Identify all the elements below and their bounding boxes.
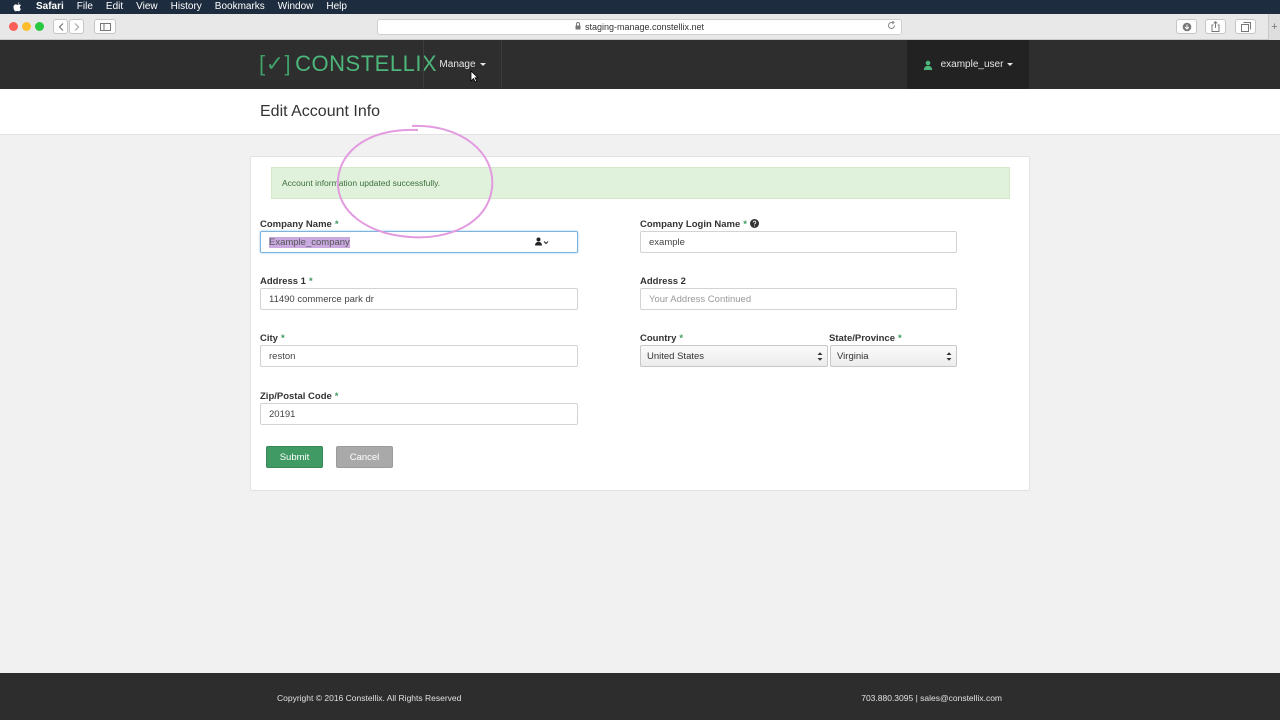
download-icon bbox=[1182, 22, 1191, 31]
select-arrows-icon bbox=[817, 352, 823, 361]
company-login-input[interactable]: example bbox=[640, 231, 957, 253]
zip-input[interactable]: 20191 bbox=[260, 403, 578, 425]
city-label: City * bbox=[260, 333, 285, 344]
lock-icon bbox=[575, 22, 581, 32]
address2-input[interactable]: Your Address Continued bbox=[640, 288, 957, 310]
menu-window[interactable]: Window bbox=[278, 0, 314, 14]
user-icon bbox=[923, 60, 932, 70]
company-login-label: Company Login Name * bbox=[640, 219, 759, 230]
address1-value: 11490 commerce park dr bbox=[269, 293, 374, 305]
success-alert: Account information updated successfully… bbox=[271, 167, 1010, 199]
new-tab-button[interactable]: + bbox=[1268, 14, 1280, 40]
address-bar[interactable]: staging-manage.constellix.net bbox=[377, 19, 902, 35]
apple-icon[interactable] bbox=[12, 2, 22, 12]
nav-manage-label: Manage bbox=[439, 59, 476, 70]
reload-icon[interactable] bbox=[887, 20, 896, 33]
share-icon bbox=[1211, 21, 1220, 32]
zip-label: Zip/Postal Code * bbox=[260, 391, 339, 402]
country-label: Country * bbox=[640, 333, 684, 344]
company-name-label: Company Name * bbox=[260, 219, 339, 230]
sidebar-toggle-button[interactable] bbox=[94, 19, 116, 34]
close-window-button[interactable] bbox=[9, 22, 18, 31]
menu-history[interactable]: History bbox=[171, 0, 202, 14]
page-footer: Copyright © 2016 Constellix. All Rights … bbox=[0, 673, 1280, 720]
minimize-window-button[interactable] bbox=[22, 22, 31, 31]
address1-label: Address 1 * bbox=[260, 276, 313, 287]
state-label: State/Province * bbox=[829, 333, 902, 344]
address2-placeholder: Your Address Continued bbox=[649, 293, 752, 305]
country-value: United States bbox=[647, 350, 705, 362]
caret-down-icon bbox=[479, 63, 486, 66]
footer-contact[interactable]: 703.880.3095 | sales@constellix.com bbox=[861, 693, 1002, 703]
company-login-value: example bbox=[649, 236, 685, 248]
page-title-bar: Edit Account Info bbox=[0, 89, 1280, 135]
browser-toolbar: staging-manage.constellix.net bbox=[0, 14, 1280, 40]
url-text: staging-manage.constellix.net bbox=[584, 22, 705, 32]
chevron-left-icon bbox=[58, 22, 63, 31]
footer-copyright: Copyright © 2016 Constellix. All Rights … bbox=[277, 693, 462, 703]
submit-button[interactable]: Submit bbox=[266, 446, 323, 468]
chevron-right-icon bbox=[74, 22, 79, 31]
logo-text: CONSTELLIX bbox=[295, 51, 438, 76]
cancel-button[interactable]: Cancel bbox=[336, 446, 393, 468]
constellix-logo[interactable]: [✓] CONSTELLIX bbox=[259, 50, 437, 78]
menu-view[interactable]: View bbox=[136, 0, 158, 14]
macos-menubar: Safari File Edit View History Bookmarks … bbox=[0, 0, 1280, 14]
caret-down-icon bbox=[1007, 63, 1014, 66]
forward-button[interactable] bbox=[69, 19, 84, 34]
user-name: example_user bbox=[940, 59, 1004, 70]
address2-label: Address 2 bbox=[640, 276, 686, 287]
user-menu-dropdown[interactable]: example_user bbox=[907, 40, 1029, 89]
sidebar-icon bbox=[99, 22, 111, 31]
country-select[interactable]: United States bbox=[640, 345, 828, 367]
zip-value: 20191 bbox=[269, 408, 296, 420]
tabs-icon bbox=[1240, 21, 1251, 32]
page-title: Edit Account Info bbox=[260, 103, 381, 120]
tabs-overview-button[interactable] bbox=[1235, 19, 1256, 34]
address1-input[interactable]: 11490 commerce park dr bbox=[260, 288, 578, 310]
alert-message: Account information updated successfully… bbox=[282, 178, 441, 188]
menu-help[interactable]: Help bbox=[326, 0, 347, 14]
contact-autofill-icon[interactable] bbox=[535, 237, 549, 248]
menu-bookmarks[interactable]: Bookmarks bbox=[215, 0, 265, 14]
share-button[interactable] bbox=[1205, 19, 1226, 34]
back-button[interactable] bbox=[53, 19, 68, 34]
help-icon[interactable] bbox=[750, 219, 759, 228]
menu-file[interactable]: File bbox=[77, 0, 93, 14]
zoom-window-button[interactable] bbox=[35, 22, 44, 31]
logo-check-icon: [✓] bbox=[259, 51, 292, 76]
nav-divider bbox=[501, 40, 502, 89]
city-input[interactable]: reston bbox=[260, 345, 578, 367]
account-form-panel: Account information updated successfully… bbox=[250, 156, 1030, 491]
state-select[interactable]: Virginia bbox=[830, 345, 957, 367]
city-value: reston bbox=[269, 350, 296, 362]
company-name-input[interactable]: Example_company bbox=[260, 231, 578, 253]
menu-edit[interactable]: Edit bbox=[106, 0, 123, 14]
nav-manage-dropdown[interactable]: Manage bbox=[424, 40, 501, 89]
app-header: [✓] CONSTELLIX Manage example_user bbox=[0, 40, 1280, 89]
mouse-cursor-icon bbox=[470, 70, 479, 83]
downloads-button[interactable] bbox=[1176, 19, 1197, 34]
state-value: Virginia bbox=[837, 350, 869, 362]
menu-safari[interactable]: Safari bbox=[36, 0, 64, 14]
company-name-value: Example_company bbox=[269, 236, 350, 248]
select-arrows-icon bbox=[946, 352, 952, 361]
